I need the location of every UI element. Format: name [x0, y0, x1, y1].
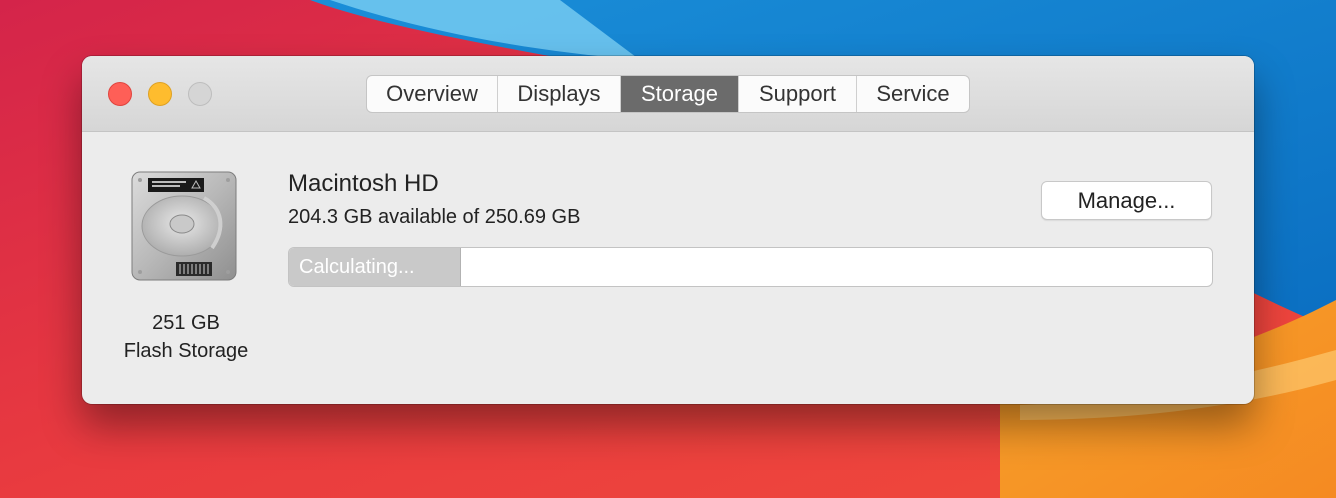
- tab-displays[interactable]: Displays: [498, 76, 621, 112]
- tab-service[interactable]: Service: [857, 76, 969, 112]
- tab-bar: Overview Displays Storage Support Servic…: [366, 75, 970, 113]
- close-button[interactable]: [108, 82, 132, 106]
- storage-usage-bar: Calculating...: [288, 247, 1213, 287]
- manage-button[interactable]: Manage...: [1041, 181, 1212, 220]
- tab-support[interactable]: Support: [739, 76, 857, 112]
- disk-capacity: 251 GB: [152, 312, 220, 334]
- title-bar[interactable]: Overview Displays Storage Support Servic…: [82, 56, 1254, 132]
- internal-drive-icon: [131, 171, 237, 281]
- disk-type: Flash Storage: [123, 340, 249, 362]
- tab-overview[interactable]: Overview: [367, 76, 498, 112]
- minimize-button[interactable]: [148, 82, 172, 106]
- calculating-label: Calculating...: [299, 256, 415, 278]
- zoom-button: [188, 82, 212, 106]
- tab-storage[interactable]: Storage: [621, 76, 739, 112]
- about-this-mac-window: Overview Displays Storage Support Servic…: [82, 56, 1254, 404]
- available-space: 204.3 GB available of 250.69 GB: [288, 206, 581, 228]
- volume-name: Macintosh HD: [288, 170, 439, 197]
- calculating-segment: Calculating...: [289, 248, 461, 286]
